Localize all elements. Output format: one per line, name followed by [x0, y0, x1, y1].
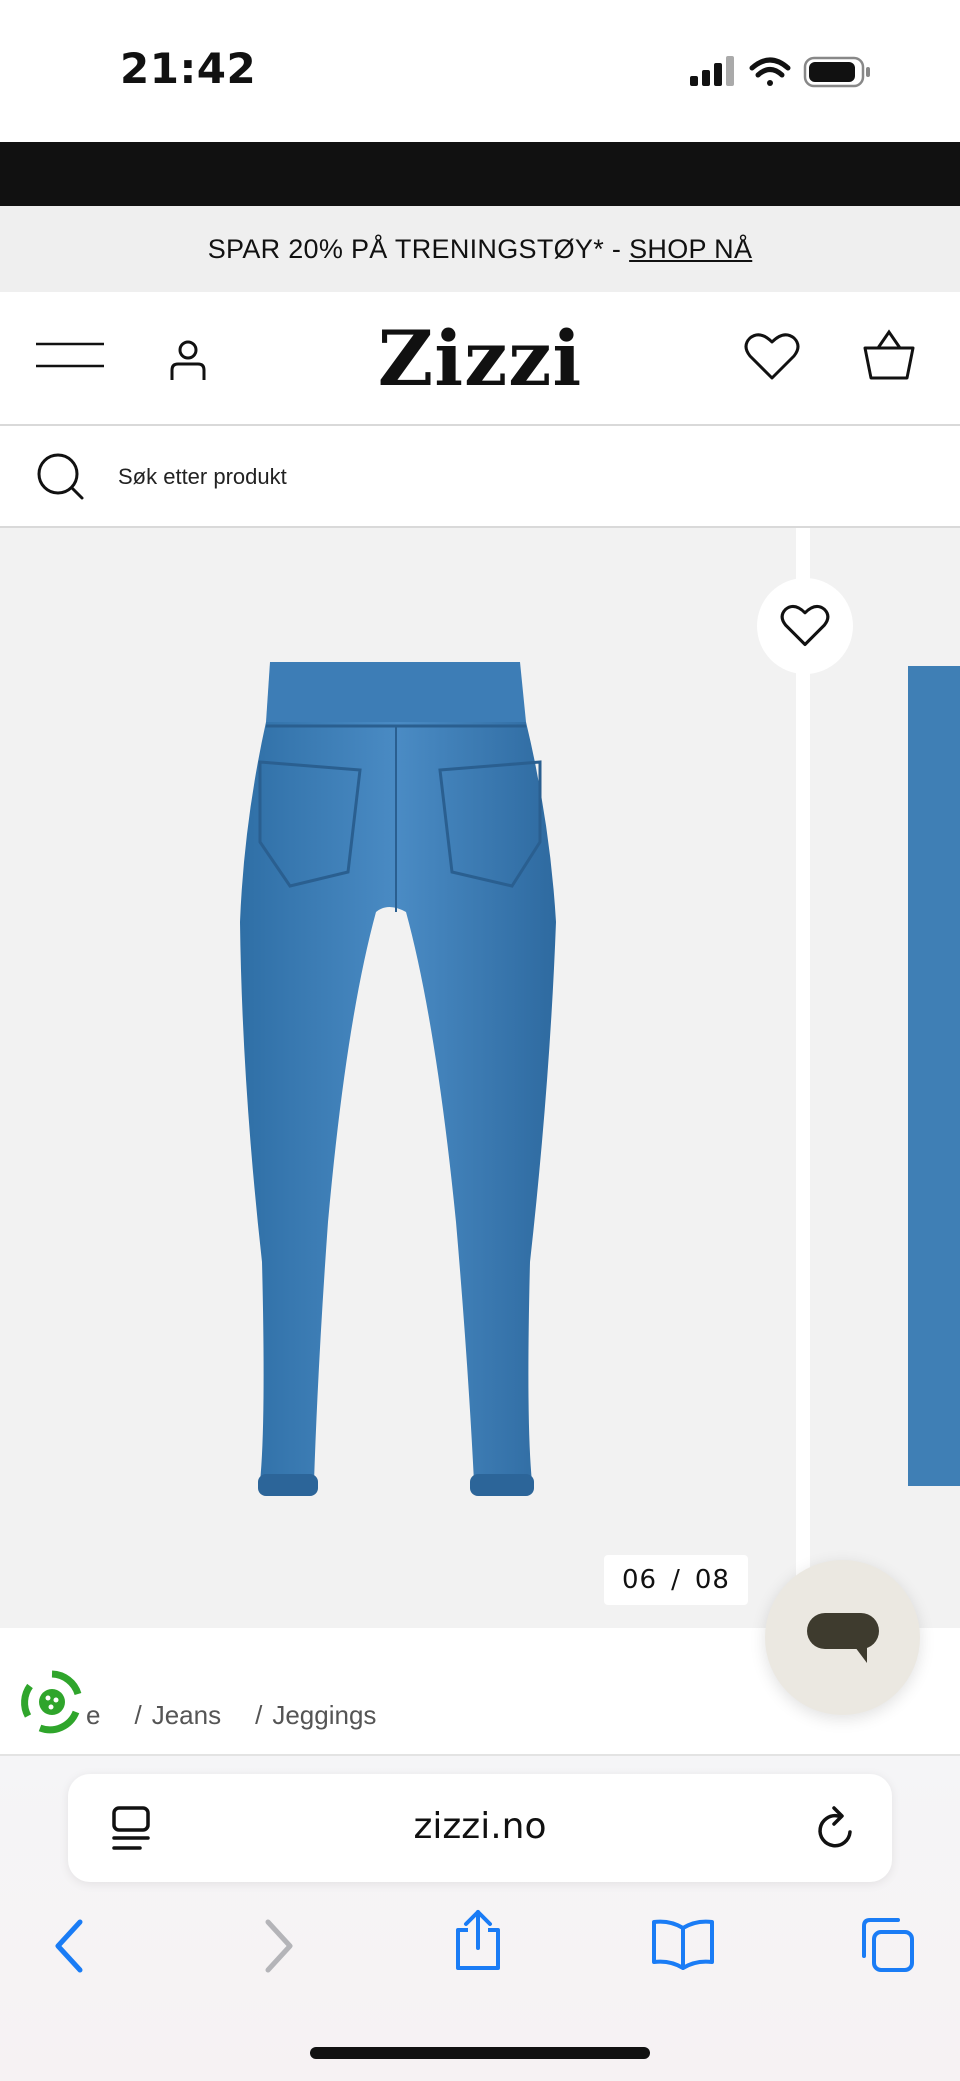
search-input[interactable] [116, 454, 820, 500]
bookmarks-icon[interactable] [650, 1918, 716, 1970]
site-header: Zizzi [0, 292, 960, 426]
image-counter-total: 08 [694, 1565, 730, 1595]
image-counter-separator: / [671, 1565, 681, 1595]
reload-icon[interactable] [814, 1804, 858, 1852]
status-icons [690, 56, 870, 88]
share-icon[interactable] [452, 1908, 504, 1972]
cart-icon[interactable] [862, 328, 916, 382]
breadcrumb: e / Jeans / Jeggings [86, 1700, 386, 1731]
home-indicator[interactable] [310, 2047, 650, 2059]
site-logo[interactable]: Zizzi [0, 314, 960, 403]
battery-icon [803, 56, 870, 88]
product-image-gallery[interactable]: 06 / 08 [0, 528, 960, 1628]
back-icon[interactable] [52, 1918, 86, 1974]
product-image-jeggings-back[interactable] [230, 662, 570, 1542]
chat-button[interactable] [765, 1560, 920, 1715]
top-banner-strip [0, 142, 960, 206]
breadcrumb-separator: / [134, 1700, 142, 1730]
address-bar[interactable]: zizzi.no [68, 1774, 892, 1882]
forward-icon[interactable] [262, 1918, 296, 1974]
wifi-icon [749, 57, 791, 86]
tabs-icon[interactable] [858, 1916, 916, 1974]
image-counter: 06 / 08 [604, 1555, 748, 1605]
chat-bubble-icon [806, 1612, 879, 1663]
signal-icon [690, 56, 734, 86]
promo-shop-link[interactable]: SHOP NÅ [629, 234, 752, 265]
breadcrumb-item-jeggings[interactable]: Jeggings [272, 1700, 376, 1730]
breadcrumb-separator: / [255, 1700, 263, 1730]
breadcrumb-item[interactable]: e [86, 1700, 100, 1730]
url-text[interactable]: zizzi.no [68, 1806, 892, 1847]
breadcrumb-item-jeans[interactable]: Jeans [152, 1700, 221, 1730]
image-counter-current: 06 [622, 1565, 658, 1595]
wishlist-icon[interactable] [744, 332, 800, 382]
add-to-wishlist-button[interactable] [757, 578, 853, 674]
status-bar: 21:42 [0, 0, 960, 142]
status-time: 21:42 [120, 44, 257, 93]
recycle-badge-icon[interactable] [18, 1668, 86, 1736]
search-bar [0, 426, 960, 528]
search-icon[interactable] [36, 452, 86, 502]
heart-icon [780, 604, 830, 647]
browser-toolbar: zizzi.no [0, 1756, 960, 2081]
promo-text: SPAR 20% PÅ TRENINGSTØY* - [207, 233, 622, 264]
slide-divider [796, 528, 810, 1628]
next-product-image-peek[interactable] [908, 666, 960, 1486]
promo-banner: SPAR 20% PÅ TRENINGSTØY* - SHOP NÅ [0, 206, 960, 292]
